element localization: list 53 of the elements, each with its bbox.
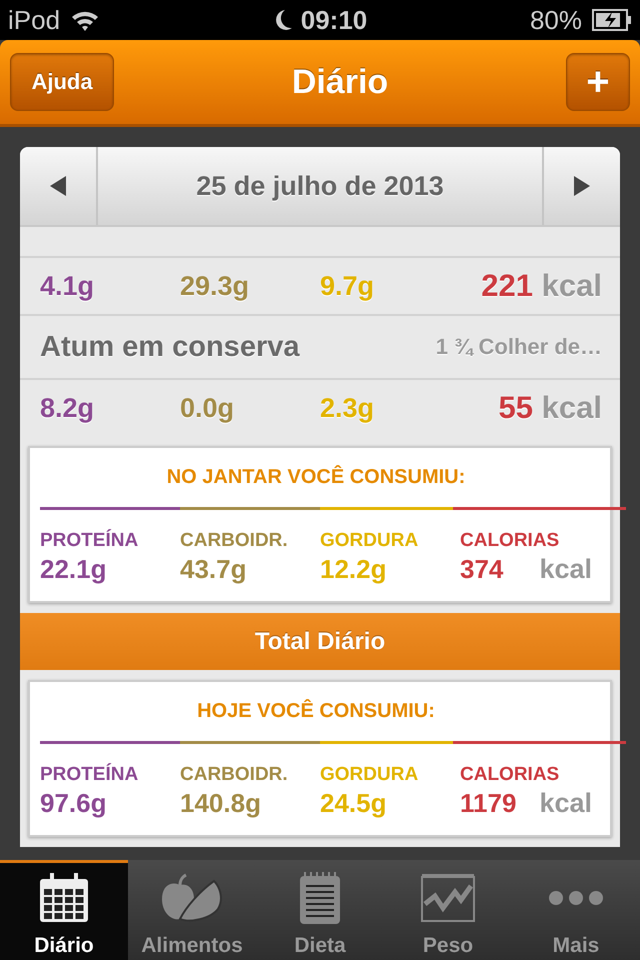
- nutrient-value: 22.1g: [40, 554, 108, 585]
- notepad-icon: [300, 872, 340, 924]
- calorie-unit: kcal: [542, 268, 602, 303]
- calendar-icon: [39, 873, 89, 923]
- tab-item[interactable]: Diário: [0, 860, 128, 960]
- battery-icon: [592, 9, 632, 31]
- tab-item[interactable]: Alimentos: [128, 860, 256, 960]
- nutrient-value: 140.8g: [180, 788, 262, 819]
- clock-time: 09:10: [300, 4, 368, 36]
- nutrient-label: CARBOIDR.: [180, 530, 289, 552]
- nutrient-value: 97.6g: [40, 788, 108, 819]
- left-arrow-icon: [48, 174, 68, 198]
- macro-value: 9.7g: [320, 270, 376, 302]
- nutrient-label: CARBOIDR.: [180, 764, 289, 786]
- more-icon: [548, 890, 604, 906]
- nutrient-label: CALORIAS: [460, 530, 560, 552]
- carrier-name: iPod: [8, 4, 60, 36]
- right-arrow-icon: [572, 174, 592, 198]
- add-button[interactable]: +: [566, 53, 630, 111]
- help-button[interactable]: Ajuda: [10, 53, 114, 111]
- tab-item[interactable]: Peso: [384, 860, 512, 960]
- calorie-unit: kcal: [539, 788, 592, 819]
- battery-percent: 80%: [530, 4, 582, 36]
- food-portion: 1 ¾ Colher de…: [436, 334, 602, 360]
- screen-title: Diário: [292, 62, 388, 102]
- nutrient-label: GORDURA: [320, 764, 420, 786]
- food-name: Atum em conserva: [40, 330, 300, 364]
- macro-value: 29.3g: [180, 270, 250, 302]
- chart-icon: [421, 874, 475, 922]
- nutrient-label: CALORIAS: [460, 764, 560, 786]
- total-header: Total Diário: [20, 613, 620, 670]
- tab-item[interactable]: Dieta: [256, 860, 384, 960]
- nutrient-value: 24.5g: [320, 788, 388, 819]
- nutrient-value: 12.2g: [320, 554, 388, 585]
- fruit-icon: [160, 873, 224, 923]
- nutrient-label: GORDURA: [320, 530, 420, 552]
- calorie-unit: kcal: [542, 390, 602, 425]
- calorie-unit: kcal: [539, 554, 592, 585]
- nutrient-value: 1179: [460, 788, 516, 819]
- calorie-value: 55: [498, 390, 534, 425]
- summary-heading: HOJE VOCÊ CONSUMIU:: [196, 700, 436, 723]
- tab-item[interactable]: Mais: [512, 860, 640, 960]
- summary-heading: NO JANTAR VOCÊ CONSUMIU:: [166, 466, 466, 489]
- macro-value: 8.2g: [40, 392, 96, 424]
- nutrient-label: PROTEÍNA: [40, 530, 140, 552]
- macro-value: 2.3g: [320, 392, 376, 424]
- macro-value: 4.1g: [40, 270, 96, 302]
- calorie-value: 221: [481, 268, 534, 303]
- nutrient-label: PROTEÍNA: [40, 764, 140, 786]
- nutrient-value: 43.7g: [180, 554, 248, 585]
- date-label: 25 de julho de 2013: [195, 170, 445, 203]
- nutrient-value: 374: [460, 554, 504, 585]
- macro-value: 0.0g: [180, 392, 236, 424]
